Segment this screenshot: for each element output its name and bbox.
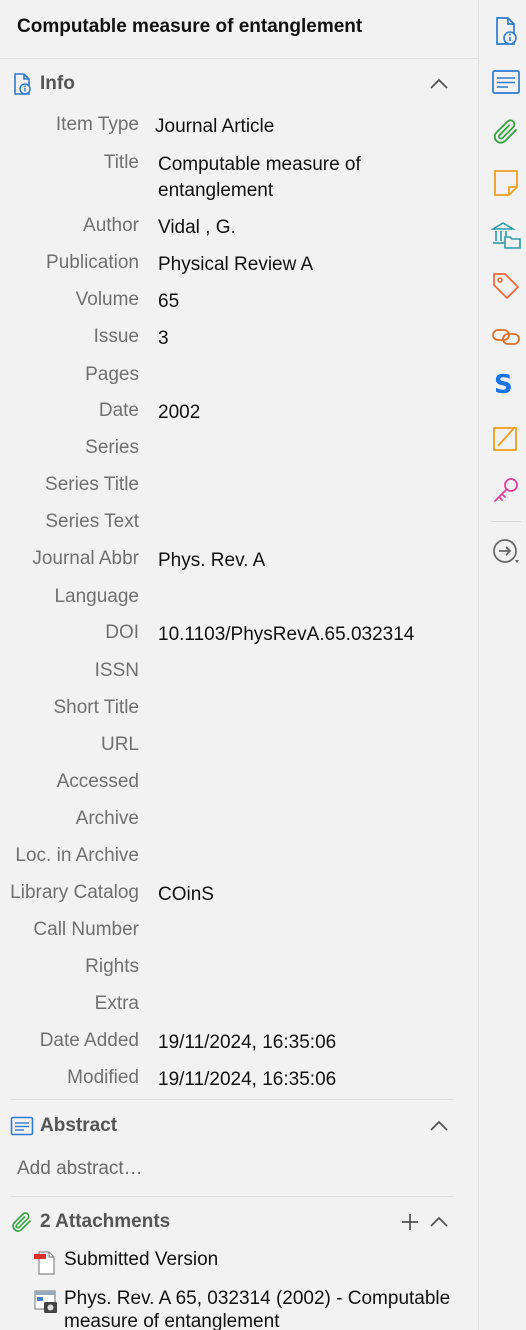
field-value[interactable]: Vidal , G. (158, 215, 458, 241)
field-label: Issue (93, 326, 139, 347)
field-label: Series Title (45, 474, 139, 495)
collapse-chevron-icon[interactable] (428, 74, 450, 94)
field-label: Short Title (53, 697, 139, 718)
abstract-icon (10, 1116, 34, 1136)
field-value[interactable]: 2002 (158, 400, 458, 426)
libraries-collections-icon[interactable] (491, 220, 521, 250)
field-value[interactable]: 10.1103/PhysRevA.65.032314 (158, 622, 458, 648)
field-label: Archive (75, 808, 139, 829)
section-divider (10, 1099, 454, 1100)
field-label: Pages (85, 364, 139, 385)
paperclip-icon (12, 1212, 31, 1232)
info-icon (14, 73, 31, 95)
field-value[interactable]: 19/11/2024, 16:35:06 (158, 1030, 458, 1056)
field-label: Series Text (45, 511, 139, 532)
field-label: Loc. in Archive (15, 845, 139, 866)
related-icon[interactable] (491, 322, 521, 352)
abstract-section-label: Abstract (40, 1115, 118, 1136)
abstract-icon[interactable] (491, 67, 521, 97)
field-label: Item Type (55, 114, 139, 135)
field-label: Accessed (56, 771, 139, 792)
notes-icon[interactable] (491, 168, 521, 198)
field-label: Library Catalog (10, 882, 139, 903)
field-value[interactable]: Physical Review A (158, 252, 458, 278)
info-section-label: Info (40, 73, 75, 94)
field-value[interactable]: COinS (158, 882, 458, 908)
field-label: ISSN (94, 660, 139, 681)
field-label: Author (83, 215, 139, 236)
field-value[interactable]: 3 (158, 326, 458, 352)
pdf-icon (34, 1251, 55, 1275)
field-label: Date Added (39, 1030, 139, 1051)
field-label: Rights (85, 956, 139, 977)
field-value[interactable]: 65 (158, 289, 458, 315)
info-icon[interactable] (491, 16, 521, 46)
attachment-title: Phys. Rev. A 65, 032314 (2002) - Computa… (64, 1288, 451, 1330)
attachments-section-header[interactable]: 2 Attachments (10, 1204, 454, 1240)
attachments-icon[interactable] (491, 117, 521, 147)
snapshot-icon (34, 1290, 57, 1313)
field-label: Title (103, 152, 139, 173)
key-icon[interactable] (491, 475, 521, 505)
field-label: Journal Abbr (32, 548, 139, 569)
add-attachment-icon[interactable] (400, 1212, 420, 1232)
item-header: Computable measure of entanglement (0, 0, 478, 59)
annotation-icon[interactable] (491, 424, 521, 454)
field-label: DOI (105, 622, 139, 643)
field-value[interactable]: 19/11/2024, 16:35:06 (158, 1067, 458, 1093)
field-label: Volume (75, 289, 139, 310)
field-label: Modified (67, 1067, 139, 1088)
attachments-section-label: 2 Attachments (40, 1211, 171, 1232)
field-value[interactable]: Phys. Rev. A (158, 548, 458, 574)
locate-icon[interactable] (491, 536, 521, 566)
abstract-field[interactable]: Add abstract… (17, 1158, 143, 1180)
collapse-chevron-icon[interactable] (428, 1116, 450, 1136)
section-divider (10, 1196, 454, 1197)
side-navigation: S (478, 0, 526, 1330)
field-label: Extra (94, 993, 139, 1014)
field-label: URL (100, 734, 139, 755)
field-label: Language (54, 586, 139, 607)
item-title[interactable]: Computable measure of entanglement (17, 16, 362, 38)
info-section-header[interactable]: Info (10, 66, 454, 102)
field-label: Call Number (33, 919, 139, 940)
abstract-section-header[interactable]: Abstract (10, 1108, 454, 1144)
field-label: Series (85, 437, 139, 458)
scite-icon[interactable]: S (494, 370, 513, 400)
tags-icon[interactable] (491, 271, 521, 301)
item-pane: Computable measure of entanglement Info … (0, 0, 478, 1330)
field-value[interactable]: Computable measure of entanglement (158, 152, 458, 204)
field-value[interactable]: Journal Article (155, 114, 455, 140)
nav-divider (491, 521, 521, 522)
field-label: Date (98, 400, 139, 421)
collapse-chevron-icon[interactable] (428, 1212, 450, 1232)
attachment-title: Submitted Version (64, 1249, 219, 1270)
field-label: Publication (46, 252, 139, 273)
